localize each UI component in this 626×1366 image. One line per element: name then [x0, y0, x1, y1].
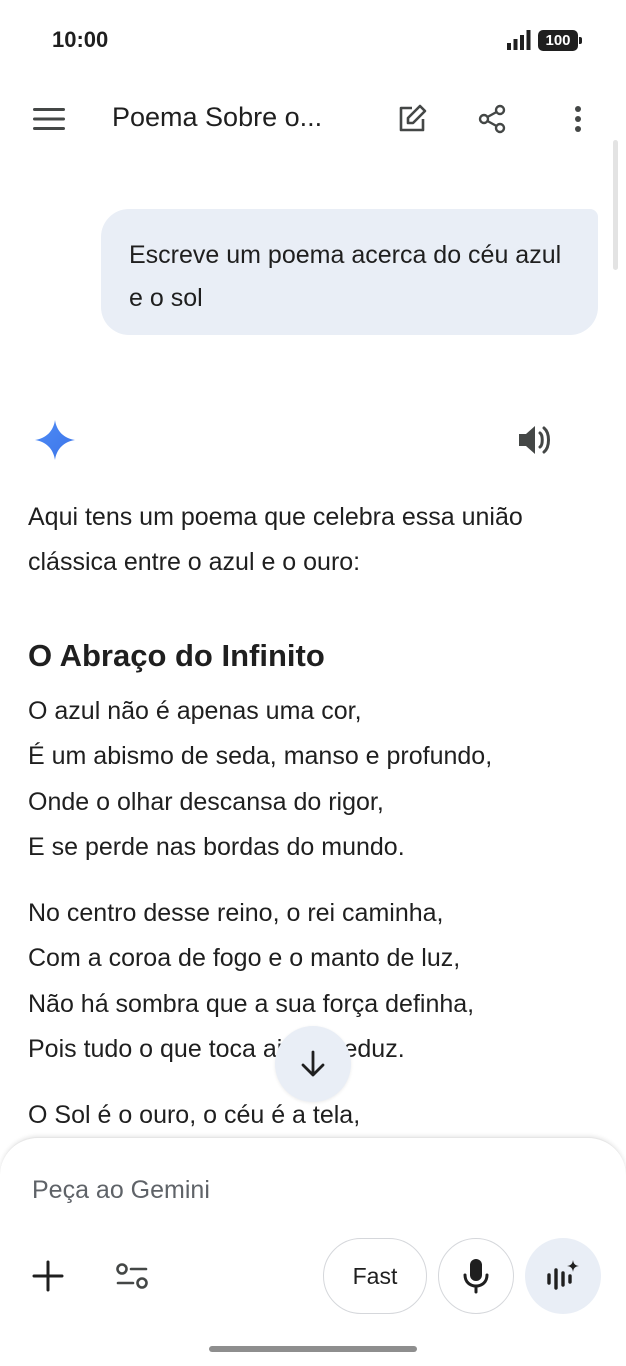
poem-line: No centro desse reino, o rei caminha,	[28, 899, 444, 928]
menu-icon[interactable]	[30, 100, 68, 138]
home-indicator[interactable]	[209, 1346, 417, 1352]
battery-indicator: 100	[538, 30, 582, 51]
scroll-to-bottom-button[interactable]	[275, 1026, 351, 1102]
user-message-bubble: Escreve um poema acerca do céu azul e o …	[101, 209, 598, 335]
poem-line: Com a coroa de fogo e o manto de luz,	[28, 944, 461, 973]
speaker-icon[interactable]	[516, 422, 554, 458]
poem-line: E se perde nas bordas do mundo.	[28, 832, 405, 861]
poem-line: Não há sombra que a sua força definha,	[28, 989, 475, 1018]
signal-icon	[507, 30, 531, 50]
arrow-down-icon	[301, 1050, 325, 1077]
composer-panel: Peça ao Gemini Fast	[0, 1137, 626, 1366]
more-vert-icon[interactable]	[558, 99, 598, 139]
poem-line: O azul não é apenas uma cor,	[28, 697, 362, 725]
scrollbar[interactable]	[613, 140, 618, 270]
poem-stanza-1: O azul não é apenas uma cor, É um abismo…	[28, 689, 598, 870]
plus-icon[interactable]	[26, 1254, 70, 1298]
poem-line: Onde o olhar descansa do rigor,	[28, 787, 384, 816]
mic-button[interactable]	[438, 1238, 514, 1314]
mode-selector-button[interactable]: Fast	[323, 1238, 427, 1314]
prompt-input[interactable]: Peça ao Gemini	[32, 1176, 210, 1205]
share-icon[interactable]	[472, 99, 512, 139]
live-button[interactable]	[525, 1238, 601, 1314]
conversation-title[interactable]: Poema Sobre o...	[112, 102, 322, 133]
live-icon	[547, 1260, 579, 1290]
poem-title: O Abraço do Infinito	[28, 638, 325, 673]
edit-icon[interactable]	[392, 99, 432, 139]
status-time: 10:00	[52, 27, 109, 52]
gemini-star-icon	[35, 420, 75, 460]
mic-icon	[463, 1259, 489, 1294]
response-intro: Aqui tens um poema que celebra essa uniã…	[28, 503, 523, 576]
poem-line: É um abismo de seda, manso e profundo,	[28, 742, 493, 771]
tools-icon[interactable]	[110, 1254, 154, 1298]
